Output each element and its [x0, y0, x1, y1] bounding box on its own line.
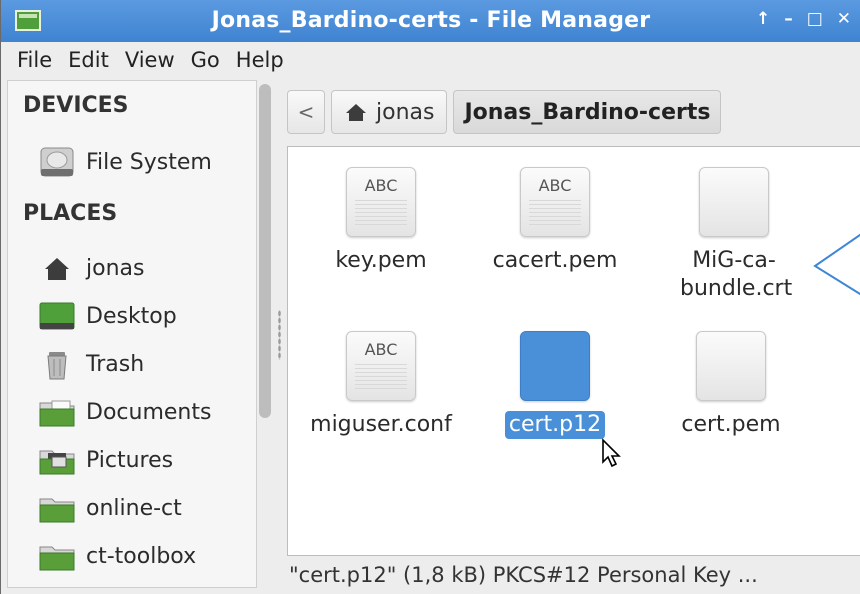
menu-go[interactable]: Go: [183, 48, 228, 72]
sidebar-item-documents[interactable]: Documents: [38, 391, 211, 433]
menu-help[interactable]: Help: [228, 48, 292, 72]
harddisk-icon: [38, 145, 76, 179]
file-name: cacert.pem: [492, 248, 618, 273]
file-item-key-pem[interactable]: ABC key.pem: [296, 167, 466, 275]
sidebar-item-label: jonas: [86, 255, 145, 281]
keep-above-button[interactable]: ↑: [756, 9, 770, 29]
file-item-cert-p12[interactable]: cert.p12: [470, 331, 640, 439]
pane-resize-handle[interactable]: [278, 310, 281, 360]
status-bar: "cert.p12" (1,8 kB) PKCS#12 Personal Key…: [289, 563, 758, 587]
balloon-callout: [813, 233, 860, 296]
path-home-label: jonas: [376, 99, 435, 125]
file-item-cacert-pem[interactable]: ABC cacert.pem: [470, 167, 640, 275]
sidebar-item-ct-toolbox[interactable]: ct-toolbox: [38, 535, 196, 577]
menu-edit[interactable]: Edit: [60, 48, 117, 72]
sidebar-item-pictures[interactable]: Pictures: [38, 439, 173, 481]
blank-file-icon: [696, 331, 766, 401]
home-icon: [38, 251, 76, 285]
devices-heading: DEVICES: [23, 93, 129, 118]
file-item-miguser-conf[interactable]: ABC miguser.conf: [296, 331, 466, 439]
path-current-button[interactable]: Jonas_Bardino-certs: [453, 90, 722, 134]
maximize-button[interactable]: □: [807, 9, 823, 29]
title-bar[interactable]: Jonas_Bardino-certs - File Manager ↑ – □…: [1, 0, 860, 42]
mouse-cursor-icon: [602, 438, 621, 468]
selected-file-icon: [520, 331, 590, 401]
sidebar-item-desktop[interactable]: Desktop: [38, 295, 177, 337]
file-name: miguser.conf: [310, 412, 452, 437]
desktop-icon: [38, 299, 76, 333]
folder-icon: [38, 395, 76, 429]
text-file-icon: ABC: [346, 331, 416, 401]
file-view[interactable]: ABC key.pem ABC cacert.pem MiG-ca-bundle…: [287, 146, 860, 556]
file-item-cert-pem[interactable]: cert.pem: [646, 331, 816, 439]
sidebar-item-label: Pictures: [86, 447, 174, 473]
trash-icon: [38, 347, 76, 381]
sidebar-item-label: online-ct: [86, 495, 182, 521]
places-heading: PLACES: [23, 201, 118, 226]
file-name: key.pem: [335, 248, 427, 273]
path-home-button[interactable]: jonas: [331, 90, 448, 134]
text-file-icon: ABC: [346, 167, 416, 237]
file-manager-window: Jonas_Bardino-certs - File Manager ↑ – □…: [0, 0, 860, 594]
sidebar-item-file-system[interactable]: File System: [38, 141, 212, 183]
sidebar-item-trash[interactable]: Trash: [38, 343, 144, 385]
sidebar: DEVICES File System PLACES jonas Desktop…: [7, 80, 257, 588]
sidebar-item-jonas[interactable]: jonas: [38, 247, 144, 289]
sidebar-item-label: Desktop: [86, 303, 177, 329]
back-button[interactable]: <: [287, 90, 325, 134]
window-title: Jonas_Bardino-certs - File Manager: [211, 8, 651, 33]
sidebar-item-label: File System: [86, 149, 212, 175]
sidebar-item-label: Trash: [86, 351, 145, 377]
minimize-button[interactable]: –: [784, 9, 793, 29]
sidebar-item-label: Documents: [86, 399, 212, 425]
file-item-mig-ca-bundle[interactable]: MiG-ca-bundle.crt: [646, 167, 822, 303]
folder-icon: [38, 491, 76, 525]
file-name: MiG-ca-bundle.crt: [680, 248, 793, 301]
file-name-selected: cert.p12: [504, 411, 606, 439]
sidebar-item-label: ct-toolbox: [86, 543, 197, 569]
sidebar-scrollbar[interactable]: [259, 84, 271, 418]
close-button[interactable]: ✕: [837, 9, 851, 29]
home-icon: [344, 102, 368, 122]
path-bar: < jonas Jonas_Bardino-certs: [287, 88, 727, 136]
menu-bar: File Edit View Go Help: [1, 42, 860, 78]
blank-file-icon: [699, 167, 769, 237]
sidebar-item-online-ct[interactable]: online-ct: [38, 487, 182, 529]
folder-icon: [38, 539, 76, 573]
menu-file[interactable]: File: [1, 48, 60, 72]
pictures-folder-icon: [38, 443, 76, 477]
menu-view[interactable]: View: [117, 48, 183, 72]
file-name: cert.pem: [681, 412, 781, 437]
text-file-icon: ABC: [520, 167, 590, 237]
